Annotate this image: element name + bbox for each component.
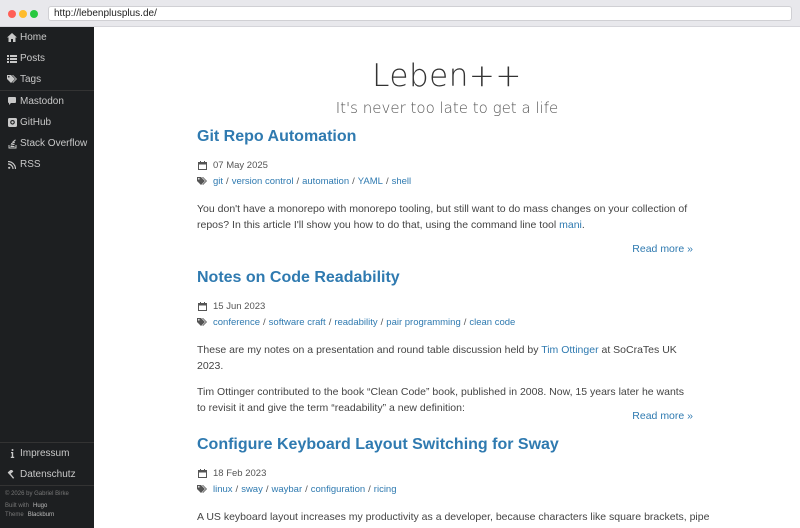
calendar-icon: [197, 160, 208, 170]
tags-icon: [6, 75, 18, 84]
sidebar-footer: © 2026 by Gabriel Birke Built with Hugo T…: [0, 490, 94, 520]
hugo-link[interactable]: Hugo: [33, 503, 47, 509]
list-icon: [6, 54, 18, 63]
tag-link[interactable]: sway: [241, 484, 263, 495]
post-tags: linux / sway / waybar / configuration / ricing: [197, 482, 693, 496]
mani-link[interactable]: mani: [559, 219, 582, 231]
tag-link[interactable]: linux: [213, 484, 233, 495]
address-bar[interactable]: http://lebenplusplus.de/: [48, 6, 792, 21]
post-excerpt: A US keyboard layout increases my produc…: [197, 511, 710, 523]
sidebar-item-mastodon[interactable]: Mastodon: [0, 91, 94, 112]
home-icon: [6, 33, 18, 42]
tags-icon: [197, 317, 208, 327]
theme-label: Theme: [5, 512, 24, 518]
post-tags: conference / software craft / readability / pa…: [197, 315, 693, 329]
tags-icon: [197, 484, 208, 494]
tag-link[interactable]: software craft: [269, 317, 326, 328]
calendar-icon: [197, 301, 208, 311]
maximize-window-button[interactable]: [30, 10, 38, 18]
tag-link[interactable]: YAML: [358, 176, 383, 187]
sidebar-item-label: Datenschutz: [20, 469, 76, 480]
sidebar-item-label: Posts: [20, 53, 46, 64]
sidebar-item-posts[interactable]: Posts: [0, 48, 94, 69]
stackoverflow-icon: [6, 138, 18, 149]
post-excerpt: Tim Ottinger contributed to the book “Cl…: [197, 386, 684, 414]
sidebar-bottom-nav: Impressum Datenschutz: [0, 442, 94, 486]
post-title[interactable]: Git Repo Automation: [197, 128, 693, 146]
sidebar-item-github[interactable]: GitHub: [0, 112, 94, 133]
built-with-label: Built with: [5, 503, 30, 509]
main-content: Leben++ It's never too late to get a lif…: [94, 27, 800, 528]
post-title[interactable]: Configure Keyboard Layout Switching for …: [197, 436, 693, 454]
post-summary: Configure Keyboard Layout Switching for …: [197, 436, 710, 528]
tag-link[interactable]: readability: [334, 317, 377, 328]
tags-icon: [197, 176, 208, 186]
gavel-icon: [6, 470, 18, 479]
sidebar: Home Posts Tags Mastodon GitHub Stack Ov…: [0, 27, 94, 528]
post-title[interactable]: Notes on Code Readability: [197, 269, 693, 287]
calendar-icon: [197, 468, 208, 478]
sidebar-item-label: GitHub: [20, 117, 52, 128]
copyright-text: © 2026 by Gabriel Birke: [5, 491, 69, 497]
blackburn-link[interactable]: Blackburn: [28, 512, 55, 518]
post-date-text: 07 May 2025: [213, 159, 268, 171]
sidebar-item-label: Impressum: [20, 448, 70, 459]
post-tags: git / version control / automation / YAML / shel…: [197, 174, 693, 188]
mastodon-icon: [6, 97, 18, 106]
post-excerpt: You don't have a monorepo with monorepo …: [197, 203, 688, 231]
tag-link[interactable]: ricing: [374, 484, 397, 495]
tag-link[interactable]: configuration: [311, 484, 365, 495]
tag-link[interactable]: conference: [213, 317, 260, 328]
sidebar-item-rss[interactable]: RSS: [0, 154, 94, 175]
info-icon: [6, 449, 18, 458]
tag-link[interactable]: automation: [302, 176, 349, 187]
sidebar-item-label: RSS: [20, 159, 41, 170]
read-more-link[interactable]: Read more »: [632, 243, 693, 255]
sidebar-divider: [0, 485, 94, 486]
sidebar-item-label: Mastodon: [20, 96, 64, 107]
tag-link[interactable]: git: [213, 176, 223, 187]
post-date: 18 Feb 2023: [197, 466, 693, 480]
site-subtitle: It's never too late to get a life: [335, 99, 559, 117]
sidebar-item-home[interactable]: Home: [0, 27, 94, 48]
built-with-line: Built with Hugo: [5, 502, 94, 511]
tag-link[interactable]: clean code: [469, 317, 515, 328]
tag-link[interactable]: shell: [392, 176, 412, 187]
rss-icon: [6, 160, 18, 169]
minimize-window-button[interactable]: [19, 10, 27, 18]
site-title: Leben++: [372, 58, 522, 94]
theme-line: Theme Blackburn: [5, 511, 94, 520]
post-summary: Git Repo Automation 07 May 2025 git / vers…: [197, 128, 693, 258]
sidebar-item-label: Tags: [20, 74, 42, 85]
sidebar-item-label: Stack Overflow: [20, 138, 88, 149]
close-window-button[interactable]: [8, 10, 16, 18]
github-icon: [6, 118, 18, 127]
tim-ottinger-link[interactable]: Tim Ottinger: [541, 344, 598, 356]
sidebar-item-stackoverflow[interactable]: Stack Overflow: [0, 133, 94, 154]
post-excerpt: These are my notes on a presentation and…: [197, 344, 677, 372]
post-date: 07 May 2025: [197, 158, 693, 172]
browser-toolbar: http://lebenplusplus.de/: [0, 0, 800, 27]
post-date-text: 15 Jun 2023: [213, 300, 266, 312]
sidebar-item-datenschutz[interactable]: Datenschutz: [0, 464, 94, 485]
post-summary: Notes on Code Readability 15 Jun 2023 co…: [197, 269, 693, 427]
post-date-text: 18 Feb 2023: [213, 467, 267, 479]
read-more-link[interactable]: Read more »: [632, 410, 693, 422]
sidebar-item-label: Home: [20, 32, 47, 43]
tag-link[interactable]: pair programming: [386, 317, 460, 328]
post-date: 15 Jun 2023: [197, 299, 693, 313]
sidebar-item-tags[interactable]: Tags: [0, 69, 94, 90]
tag-link[interactable]: waybar: [271, 484, 302, 495]
sidebar-item-impressum[interactable]: Impressum: [0, 443, 94, 464]
tag-link[interactable]: version control: [232, 176, 294, 187]
